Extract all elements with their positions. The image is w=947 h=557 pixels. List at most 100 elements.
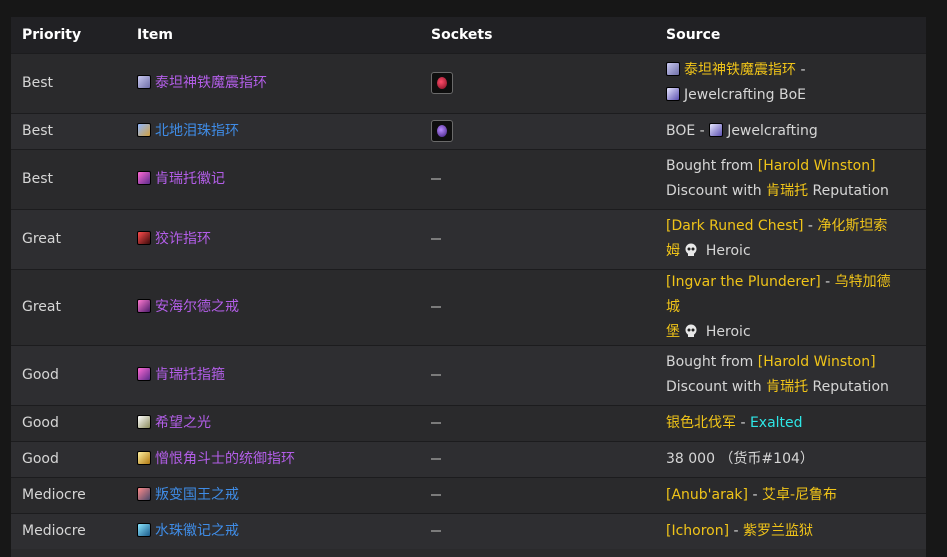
- priority-cell: Best: [22, 170, 54, 187]
- gladiator-ring-icon: [137, 450, 151, 465]
- item-cell: 泰坦神铁魔震指环: [126, 53, 420, 113]
- source-cell: BOE - Jewelcrafting: [655, 113, 926, 149]
- source-cell: Bought from [Harold Winston] Discount wi…: [655, 149, 926, 209]
- boss-link[interactable]: [Ingvar the Plunderer]: [666, 274, 821, 290]
- source-cell: Bought from [Harold Winston] Discount wi…: [655, 345, 926, 405]
- source-separator: -: [820, 273, 835, 290]
- sockets-cell: [420, 149, 655, 209]
- item-cell: 北地泪珠指环: [126, 113, 420, 149]
- item-link[interactable]: 叛变国王之戒: [155, 487, 239, 503]
- table-row: Good 憎恨角斗士的统御指环 38 000 （货币#104）: [11, 441, 926, 477]
- header-source[interactable]: Source: [655, 17, 926, 53]
- table-header-row: Priority Item Sockets Source: [11, 17, 926, 53]
- source-text: Bought from: [666, 354, 758, 370]
- sockets-cell: [420, 209, 655, 269]
- item-link[interactable]: 安海尔德之戒: [155, 299, 239, 315]
- ring-icon: [137, 522, 151, 537]
- item-cell: 肯瑞托徽记: [126, 149, 420, 209]
- table-row: Good 肯瑞托指箍 Bought from [Harold Winston] …: [11, 345, 926, 405]
- sockets-cell: [420, 113, 655, 149]
- no-socket-dash: [431, 373, 441, 376]
- container-link[interactable]: [Dark Runed Chest]: [666, 218, 803, 234]
- item-link[interactable]: 肯瑞托徽记: [155, 171, 225, 187]
- priority-cell: Great: [22, 298, 61, 315]
- header-priority[interactable]: Priority: [11, 17, 126, 53]
- item-cell: 叛变国王之戒: [126, 477, 420, 513]
- source-text: Discount with: [666, 183, 767, 199]
- item-cell: 狡诈指环: [126, 209, 420, 269]
- priority-cell: Good: [22, 414, 59, 431]
- table-row: Best 北地泪珠指环 BOE - Jewelcrafting: [11, 113, 926, 149]
- item-link[interactable]: 希望之光: [155, 415, 211, 431]
- ring-icon: [137, 298, 151, 313]
- source-link[interactable]: 泰坦神铁魔震指环: [684, 62, 796, 78]
- dungeon-link[interactable]: 艾卓-尼鲁布: [762, 487, 837, 503]
- dungeon-link[interactable]: 姆: [666, 243, 680, 259]
- source-separator: -: [736, 414, 750, 431]
- item-link[interactable]: 泰坦神铁魔震指环: [155, 75, 267, 91]
- no-socket-dash: [431, 421, 441, 424]
- ring-icon: [137, 486, 151, 501]
- signet-icon: [137, 366, 151, 381]
- header-sockets[interactable]: Sockets: [420, 17, 655, 53]
- faction-link[interactable]: 银色北伐军: [666, 415, 736, 431]
- sockets-cell: [420, 345, 655, 405]
- no-socket-dash: [431, 493, 441, 496]
- ring-icon: [137, 74, 151, 89]
- purple-socket-icon[interactable]: [431, 119, 453, 142]
- source-text: Reputation: [808, 183, 889, 199]
- source-text: Jewelcrafting BoE: [684, 87, 807, 103]
- priority-cell: Good: [22, 366, 59, 383]
- difficulty-text: Heroic: [701, 243, 751, 259]
- faction-link[interactable]: 肯瑞托: [766, 183, 808, 199]
- item-link[interactable]: 水珠徽记之戒: [155, 523, 239, 539]
- source-cell: 泰坦神铁魔震指环 - Jewelcrafting BoE: [655, 53, 926, 113]
- bis-ring-table-panel: Priority Item Sockets Source Best 泰坦神铁魔震…: [11, 17, 926, 557]
- header-item[interactable]: Item: [126, 17, 420, 53]
- no-socket-dash: [431, 177, 441, 180]
- item-link[interactable]: 肯瑞托指箍: [155, 367, 225, 383]
- ring-icon: [666, 62, 680, 76]
- source-cell: 银色北伐军 - Exalted: [655, 405, 926, 441]
- source-separator: -: [796, 62, 806, 78]
- vendor-link[interactable]: [Harold Winston]: [758, 158, 876, 174]
- table-row: Great 狡诈指环 [Dark Runed Chest] - 净化斯坦索 姆 …: [11, 209, 926, 269]
- skull-icon: [685, 324, 697, 337]
- priority-cell: Best: [22, 74, 54, 91]
- jewelcrafting-icon: [666, 87, 680, 101]
- vendor-link[interactable]: [Harold Winston]: [758, 354, 876, 370]
- sockets-cell: [420, 269, 655, 345]
- item-cell: 希望之光: [126, 405, 420, 441]
- boss-link[interactable]: [Anub'arak]: [666, 487, 748, 503]
- priority-cell: Good: [22, 450, 59, 467]
- boss-link[interactable]: [Ichoron]: [666, 523, 729, 539]
- red-socket-icon[interactable]: [431, 71, 453, 94]
- ring-icon: [137, 230, 151, 245]
- item-cell: 肯瑞托指箍: [126, 345, 420, 405]
- dungeon-link[interactable]: 净化斯坦索: [817, 218, 887, 234]
- signet-icon: [137, 170, 151, 185]
- source-text: Bought from: [666, 158, 758, 174]
- jewelcrafting-icon: [709, 122, 724, 137]
- source-cell: [Ichoron] - 紫罗兰监狱: [655, 513, 926, 549]
- no-socket-dash: [431, 457, 441, 460]
- dungeon-link[interactable]: 堡: [666, 324, 680, 340]
- table-row: Best 肯瑞托徽记 Bought from [Harold Winston] …: [11, 149, 926, 209]
- table-row: Best 泰坦神铁魔震指环 泰坦神铁魔震指环 - Jewelcrafting B…: [11, 53, 926, 113]
- source-separator: -: [803, 218, 818, 234]
- dungeon-link[interactable]: 紫罗兰监狱: [743, 523, 813, 539]
- no-socket-dash: [431, 237, 441, 240]
- source-text: Reputation: [808, 379, 889, 395]
- item-cell: 安海尔德之戒: [126, 269, 420, 345]
- table-row: Good 希望之光 银色北伐军 - Exalted: [11, 405, 926, 441]
- item-link[interactable]: 北地泪珠指环: [155, 123, 239, 139]
- priority-cell: Great: [22, 230, 61, 247]
- sockets-cell: [420, 441, 655, 477]
- cost-text: 38 000 （货币#104）: [666, 450, 814, 467]
- faction-link[interactable]: 肯瑞托: [766, 379, 808, 395]
- ring-icon: [137, 122, 151, 137]
- item-link[interactable]: 狡诈指环: [155, 231, 211, 247]
- source-cell: [Dark Runed Chest] - 净化斯坦索 姆 Heroic: [655, 209, 926, 269]
- skull-icon: [685, 243, 697, 256]
- item-link[interactable]: 憎恨角斗士的统御指环: [155, 451, 295, 467]
